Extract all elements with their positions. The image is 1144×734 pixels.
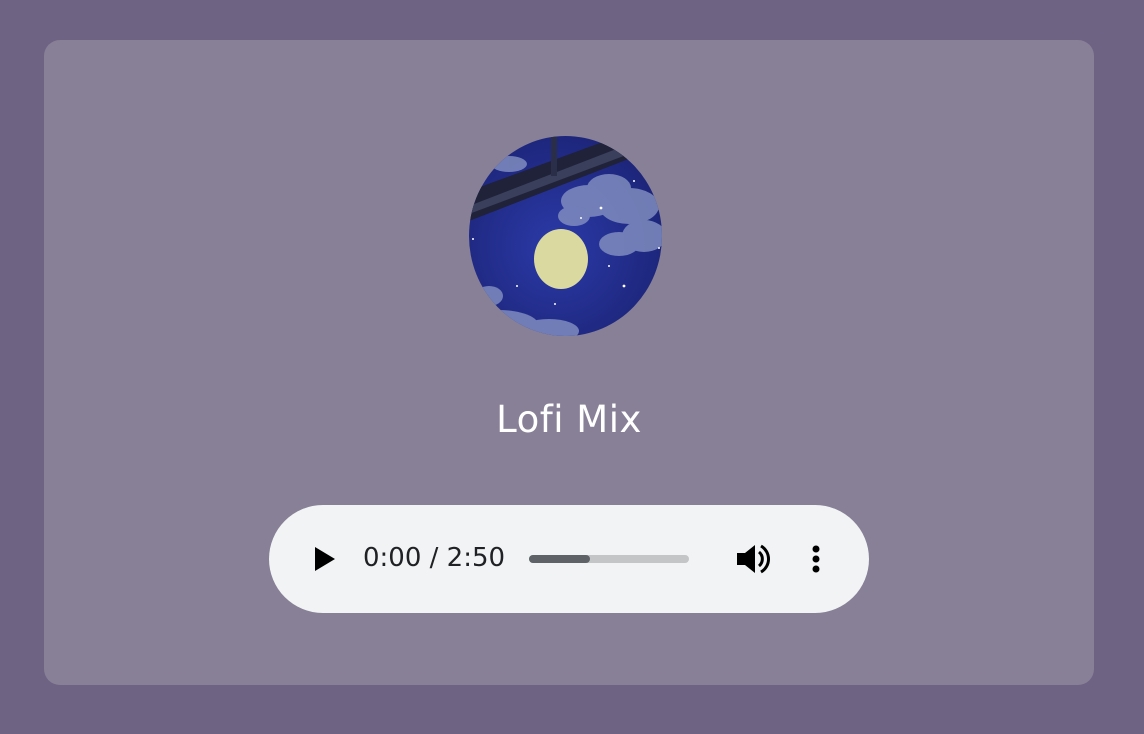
more-vert-icon: [812, 545, 820, 573]
play-icon: [315, 547, 335, 571]
progress-fill: [529, 555, 590, 563]
audio-player: 0:00 / 2:50: [269, 505, 869, 613]
volume-icon: [737, 544, 771, 574]
progress-track[interactable]: [529, 555, 689, 563]
track-title: Lofi Mix: [496, 398, 642, 441]
album-cover: [469, 136, 662, 336]
play-button[interactable]: [305, 541, 341, 577]
player-card: Lofi Mix 0:00 / 2:50: [44, 40, 1094, 685]
time-display: 0:00 / 2:50: [363, 543, 506, 573]
volume-button[interactable]: [733, 541, 773, 577]
more-options-button[interactable]: [801, 541, 831, 577]
night-moon-artwork-icon: [469, 136, 662, 336]
